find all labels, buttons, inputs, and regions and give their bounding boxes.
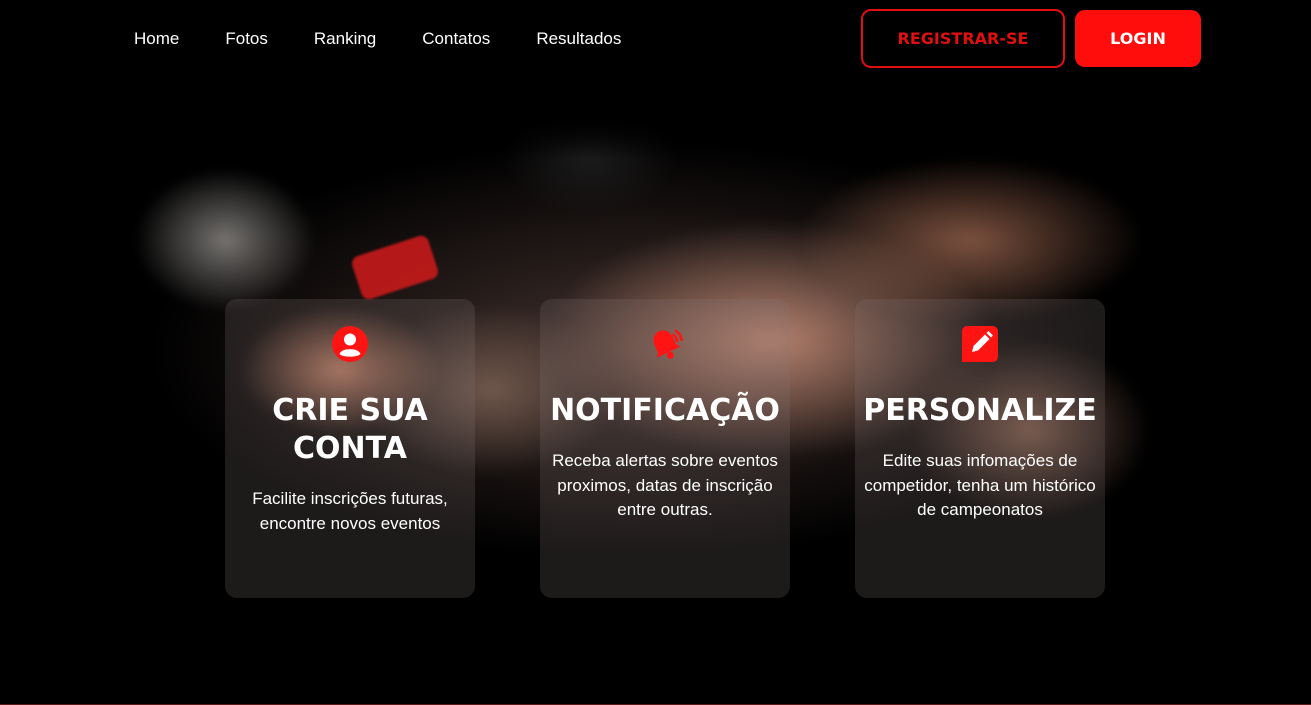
bell-ringing-icon bbox=[653, 329, 683, 359]
nav-link-home[interactable]: Home bbox=[134, 28, 179, 50]
register-button[interactable]: REGISTRAR-SE bbox=[861, 9, 1065, 68]
nav-link-resultados[interactable]: Resultados bbox=[536, 28, 621, 50]
login-button[interactable]: LOGIN bbox=[1075, 10, 1201, 67]
card-title: CRIE SUA CONTA bbox=[272, 393, 428, 466]
nav-link-fotos[interactable]: Fotos bbox=[225, 28, 268, 50]
feature-card-personalize: PERSONALIZE Edite suas infomações de com… bbox=[855, 299, 1105, 598]
card-title: NOTIFICAÇÃO bbox=[550, 393, 780, 428]
card-description: Facilite inscrições futuras, encontre no… bbox=[252, 489, 448, 533]
card-title: PERSONALIZE bbox=[863, 393, 1097, 428]
nav-link-ranking[interactable]: Ranking bbox=[314, 28, 376, 50]
nav-link-contatos[interactable]: Contatos bbox=[422, 28, 490, 50]
card-description: Edite suas infomações de competidor, ten… bbox=[864, 451, 1096, 519]
nav-links: Home Fotos Ranking Contatos Resultados bbox=[134, 28, 667, 50]
top-navbar: Home Fotos Ranking Contatos Resultados R… bbox=[0, 0, 1311, 78]
edit-square-icon bbox=[962, 326, 998, 362]
card-description: Receba alertas sobre eventos proximos, d… bbox=[552, 451, 778, 519]
feature-card-create-account: CRIE SUA CONTA Facilite inscrições futur… bbox=[225, 299, 475, 598]
feature-card-notification: NOTIFICAÇÃO Receba alertas sobre eventos… bbox=[540, 299, 790, 598]
user-circle-icon bbox=[332, 326, 368, 362]
